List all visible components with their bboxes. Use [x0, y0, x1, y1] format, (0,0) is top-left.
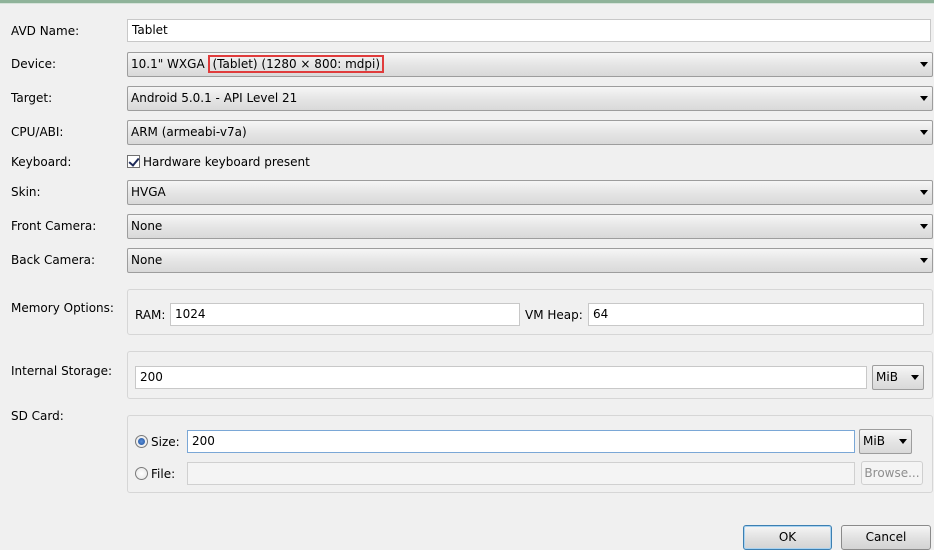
device-highlight-annotation: (Tablet) (1280 × 800: mdpi) — [208, 55, 385, 73]
sd-file-label: File: — [151, 467, 176, 481]
ram-label: RAM: — [135, 308, 166, 322]
chevron-down-icon — [920, 96, 928, 101]
chevron-down-icon — [911, 375, 919, 380]
chevron-down-icon — [920, 224, 928, 229]
target-label: Target: — [11, 91, 53, 105]
skin-label: Skin: — [11, 185, 41, 199]
chevron-down-icon — [920, 258, 928, 263]
sd-size-input[interactable]: 200 — [187, 430, 855, 453]
cpu-abi-value: ARM (armeabi-v7a) — [131, 125, 247, 139]
cpu-abi-label: CPU/ABI: — [11, 125, 64, 139]
sd-file-radio[interactable] — [135, 467, 148, 480]
avd-name-label: AVD Name: — [11, 24, 80, 38]
cpu-abi-dropdown[interactable]: ARM (armeabi-v7a) — [127, 120, 933, 145]
sd-size-unit-value: MiB — [863, 434, 885, 448]
internal-storage-input[interactable]: 200 — [135, 366, 867, 389]
hardware-keyboard-checkbox[interactable] — [127, 155, 140, 168]
front-camera-value: None — [131, 219, 163, 233]
window-top-border-shadow — [0, 3, 934, 4]
memory-options-label: Memory Options: — [11, 301, 114, 315]
front-camera-label: Front Camera: — [11, 219, 97, 233]
sd-size-unit-dropdown[interactable]: MiB — [859, 429, 912, 454]
back-camera-label: Back Camera: — [11, 253, 96, 267]
sd-file-input[interactable] — [187, 462, 855, 485]
avd-name-input[interactable]: Tablet — [127, 19, 931, 42]
browse-button[interactable]: Browse... — [861, 461, 923, 485]
skin-value: HVGA — [131, 185, 166, 199]
target-value: Android 5.0.1 - API Level 21 — [131, 91, 298, 105]
internal-storage-label: Internal Storage: — [11, 364, 113, 378]
back-camera-value: None — [131, 253, 163, 267]
skin-dropdown[interactable]: HVGA — [127, 180, 933, 205]
ram-input[interactable]: 1024 — [170, 303, 520, 326]
sd-size-label: Size: — [151, 435, 180, 449]
chevron-down-icon — [920, 190, 928, 195]
internal-storage-unit-value: MiB — [876, 370, 898, 384]
ok-button[interactable]: OK — [743, 525, 832, 550]
vm-heap-label: VM Heap: — [525, 308, 583, 322]
front-camera-dropdown[interactable]: None — [127, 214, 933, 239]
chevron-down-icon — [920, 62, 928, 67]
sd-size-radio[interactable] — [135, 435, 148, 448]
device-value: 10.1" WXGA — [131, 57, 205, 71]
hardware-keyboard-checkbox-label: Hardware keyboard present — [143, 155, 310, 169]
back-camera-dropdown[interactable]: None — [127, 248, 933, 273]
chevron-down-icon — [899, 439, 907, 444]
sd-card-label: SD Card: — [11, 409, 64, 423]
vm-heap-input[interactable]: 64 — [588, 303, 924, 326]
device-dropdown[interactable]: 10.1" WXGA (Tablet) (1280 × 800: mdpi) — [127, 52, 933, 77]
keyboard-label: Keyboard: — [11, 155, 72, 169]
chevron-down-icon — [920, 130, 928, 135]
device-label: Device: — [11, 57, 57, 71]
cancel-button[interactable]: Cancel — [841, 525, 931, 550]
target-dropdown[interactable]: Android 5.0.1 - API Level 21 — [127, 86, 933, 111]
internal-storage-unit-dropdown[interactable]: MiB — [872, 365, 924, 390]
